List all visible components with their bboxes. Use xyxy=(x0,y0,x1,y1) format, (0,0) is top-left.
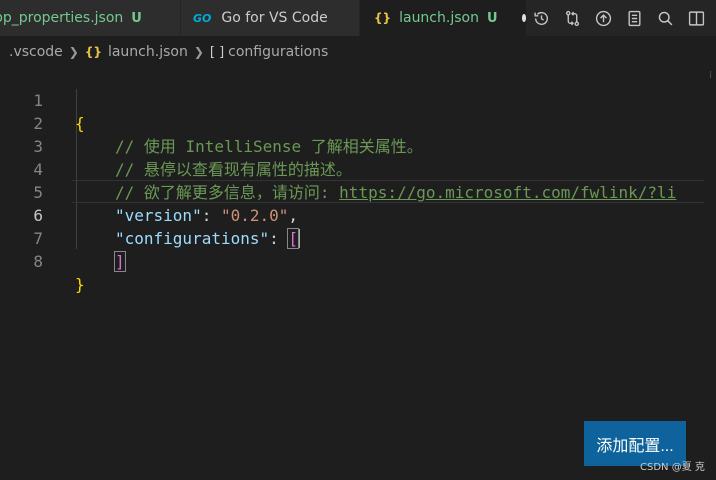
breadcrumb-node-label: configurations xyxy=(228,44,329,60)
watermark: CSDN @夏 克 xyxy=(640,462,705,473)
code-line: 4 // 欲了解更多信息，请访问: https://go.microsoft.c… xyxy=(0,135,704,202)
array-icon: [ ] xyxy=(209,44,225,60)
tab-app-properties-json[interactable]: pp_properties.json U xyxy=(0,0,180,36)
breadcrumb-node[interactable]: [ ] configurations xyxy=(210,44,328,60)
vertical-scrollbar[interactable] xyxy=(704,66,716,480)
go-icon: GO xyxy=(193,11,212,25)
code-line: 7 ] xyxy=(0,204,704,272)
brace-token: } xyxy=(75,275,85,294)
editor-actions xyxy=(526,0,716,36)
breadcrumb: .vscode ❯ {} launch.json ❯ [ ] configura… xyxy=(0,38,716,66)
tab-launch-json[interactable]: {} launch.json U xyxy=(360,0,526,36)
code-line: 5 "version": "0.2.0", xyxy=(0,158,704,225)
tab-label: launch.json xyxy=(399,10,479,26)
tab-bar: pp_properties.json U GO Go for VS Code {… xyxy=(0,0,716,36)
split-editor-icon[interactable] xyxy=(681,0,712,36)
breadcrumb-folder[interactable]: .vscode xyxy=(9,44,63,60)
chevron-right-icon: ❯ xyxy=(68,45,79,59)
untracked-badge: U xyxy=(131,10,142,26)
history-icon[interactable] xyxy=(526,0,557,36)
bracket-token: ] xyxy=(114,251,126,272)
untracked-badge: U xyxy=(486,10,498,26)
tab-label: pp_properties.json xyxy=(0,10,124,26)
json-braces-icon: {} xyxy=(374,11,392,25)
compare-changes-icon[interactable] xyxy=(557,0,588,36)
tab-label: Go for VS Code xyxy=(221,10,328,26)
tab-go-for-vs-code[interactable]: GO Go for VS Code xyxy=(181,0,359,36)
code-line: 2 // 使用 IntelliSense 了解相关属性。 xyxy=(0,89,704,156)
code-line: 8 } xyxy=(0,227,704,294)
breadcrumb-file-label: launch.json xyxy=(107,44,188,60)
code-line: 3 // 悬停以查看现有属性的描述。 xyxy=(0,112,704,179)
upload-icon[interactable] xyxy=(588,0,619,36)
code-line-active: 6 "configurations": [ xyxy=(0,181,704,249)
chevron-right-icon: ❯ xyxy=(193,45,204,59)
json-braces-icon: {} xyxy=(84,45,102,59)
search-icon[interactable] xyxy=(650,0,681,36)
breadcrumb-file[interactable]: {} launch.json xyxy=(85,44,188,60)
code-editor[interactable]: 1 { 2 // 使用 IntelliSense 了解相关属性。 3 // 悬停… xyxy=(0,66,704,480)
line-number: 8 xyxy=(33,252,43,271)
code-line: 1 { xyxy=(0,66,704,133)
open-preview-icon[interactable] xyxy=(619,0,650,36)
minimap-icon: ⁞ xyxy=(709,70,713,81)
